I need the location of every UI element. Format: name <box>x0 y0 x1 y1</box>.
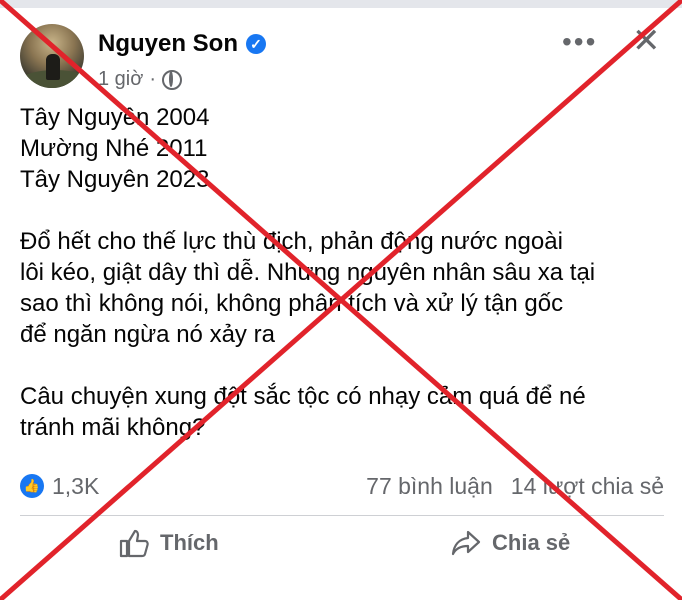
post-line: Câu chuyện xung đột sắc tộc có nhạy cảm … <box>20 383 586 410</box>
reaction-count[interactable]: 1,3K <box>52 473 99 500</box>
post-line: Mường Nhé 2011 <box>20 135 208 162</box>
author-name[interactable]: Nguyen Son <box>98 30 238 58</box>
post-line: tránh mãi không? <box>20 414 206 441</box>
post-line: Tây Nguyên 2004 <box>20 104 210 131</box>
share-count[interactable]: 14 lượt chia sẻ <box>511 473 664 500</box>
post-line: sao thì không nói, không phân tích và xử… <box>20 290 564 317</box>
thumbs-up-icon <box>119 529 149 558</box>
post-text: Tây Nguyên 2004 Mường Nhé 2011 Tây Nguyê… <box>20 102 670 443</box>
divider <box>20 515 664 516</box>
share-label: Chia sẻ <box>492 530 571 555</box>
engagement-stats: 👍 1,3K 77 bình luận 14 lượt chia sẻ <box>20 470 664 502</box>
verified-badge-icon: ✓ <box>246 34 267 54</box>
top-edge <box>0 0 682 8</box>
like-button[interactable]: Thích <box>118 528 219 558</box>
share-button[interactable]: Chia sẻ <box>450 528 570 558</box>
post-card: Nguyen Son ✓ 1 giờ · ••• ✕ Tây Nguyên 20… <box>0 0 682 600</box>
action-bar: Thích Chia sẻ <box>0 528 682 568</box>
comment-count[interactable]: 77 bình luận <box>366 473 493 500</box>
post-line: để ngăn ngừa nó xảy ra <box>20 321 275 348</box>
post-meta: 1 giờ · <box>98 68 183 91</box>
like-reaction-icon[interactable]: 👍 <box>20 474 44 498</box>
post-line: Đổ hết cho thế lực thù địch, phản động n… <box>20 228 563 255</box>
post-line: lôi kéo, giật dây thì dễ. Nhưng nguyên n… <box>20 259 596 286</box>
author-row: Nguyen Son ✓ <box>98 30 267 58</box>
avatar-figure <box>46 54 60 80</box>
like-label: Thích <box>160 530 219 555</box>
post-line: Tây Nguyên 2023 <box>20 166 210 193</box>
more-icon[interactable]: ••• <box>562 28 597 56</box>
share-arrow-icon <box>451 530 481 556</box>
close-icon[interactable]: ✕ <box>632 24 661 58</box>
globe-icon <box>162 69 183 90</box>
avatar[interactable] <box>20 24 84 88</box>
post-time[interactable]: 1 giờ <box>98 68 143 91</box>
